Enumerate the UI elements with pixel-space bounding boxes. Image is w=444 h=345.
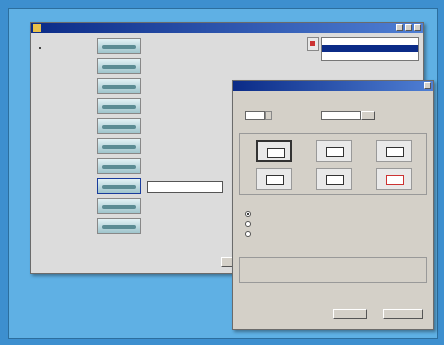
profile-thumbnail [97,78,141,94]
method-radio[interactable] [245,221,251,227]
profile-thumbnail [97,198,141,214]
red-swatch-icon [310,41,315,46]
list-item-label [147,81,223,93]
list-item[interactable] [97,97,221,115]
list-item[interactable] [97,217,221,235]
method-radio-label [254,231,364,237]
field-a-label [245,103,285,109]
field-b-dropdown[interactable] [361,111,375,120]
list-item-label [147,101,223,113]
app-icon [33,24,41,32]
list-item[interactable] [97,157,221,175]
dialog-titlebar [233,81,433,91]
results-value [246,271,276,277]
sidebar-item-label [44,45,78,51]
list-item-label [147,61,223,73]
field-b-input[interactable] [321,111,361,120]
list-item[interactable] [97,37,221,55]
sidebar-item-label [44,53,78,59]
dialog-close-icon[interactable] [424,82,431,89]
profile-thumbnail [97,138,141,154]
list-item-label [147,221,223,233]
cancel-button[interactable] [383,309,423,319]
list-item-selected[interactable] [97,177,223,195]
list-item[interactable] [97,137,221,155]
options-heading [239,94,279,100]
position-option[interactable] [256,168,292,190]
profile-thumbnail [97,58,141,74]
list-item[interactable] [97,77,221,95]
results-heading [239,249,279,255]
profile-thumbnail [97,38,141,54]
results-header [360,261,400,267]
position-option[interactable] [256,140,292,162]
preview-selected-row [322,45,418,52]
position-group [239,133,427,195]
position-option[interactable] [316,140,352,162]
list-item-label [147,41,223,53]
ok-button[interactable] [333,309,367,319]
dialog-window [232,80,434,330]
field-a-input[interactable] [245,111,265,120]
list-item[interactable] [97,117,221,135]
maximize-icon[interactable] [405,24,412,31]
bullet-icon [39,47,41,49]
profile-thumbnail [97,178,141,194]
list-item-label [147,141,223,153]
results-group [239,257,427,283]
minimize-icon[interactable] [396,24,403,31]
profile-thumbnail [97,118,141,134]
sidebar-item-label [44,61,78,67]
list-item-label [147,161,223,173]
list-item-label [147,201,223,213]
field-b-label [285,112,315,118]
list-item-label [147,181,223,193]
results-value [360,271,400,277]
position-option[interactable] [316,168,352,190]
results-value [300,271,330,277]
main-titlebar [31,23,423,33]
list-item[interactable] [97,57,221,75]
results-header [246,261,276,267]
position-option[interactable] [376,140,412,162]
close-icon[interactable] [414,24,421,31]
results-header [300,261,330,267]
field-a-spinner[interactable] [265,111,272,120]
preview-list[interactable] [321,37,419,61]
list-item[interactable] [97,197,221,215]
method-radio[interactable] [245,211,251,217]
method-heading [239,201,299,207]
profile-thumbnail [97,158,141,174]
method-radio[interactable] [245,231,251,237]
sidebar-item-label [44,37,78,43]
profile-thumbnail [97,218,141,234]
position-heading [239,125,279,131]
color-picker[interactable] [307,37,319,51]
method-radio-label [254,221,344,227]
method-radio-label [254,211,304,217]
list-item-label [147,121,223,133]
profile-thumbnail [97,98,141,114]
position-option-highlighted[interactable] [376,168,412,190]
